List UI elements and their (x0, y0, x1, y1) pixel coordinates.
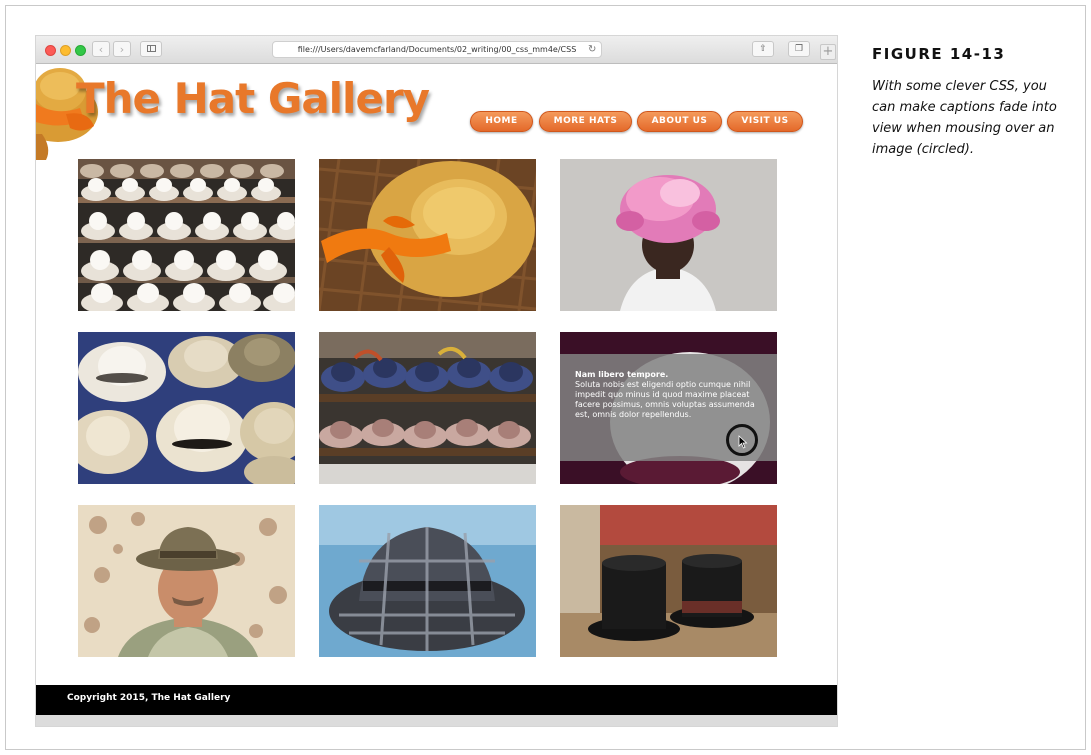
minimize-window-button[interactable] (60, 45, 71, 56)
url-text: file:///Users/davemcfarland/Documents/02… (297, 45, 577, 54)
gallery-image-white-hats[interactable] (78, 159, 295, 311)
back-button[interactable]: ‹ (92, 41, 110, 57)
footer-strip (36, 715, 837, 726)
close-window-button[interactable] (45, 45, 56, 56)
footer-copyright: Copyright 2015, The Hat Gallery (67, 693, 231, 703)
share-icon: ⇧ (759, 44, 767, 54)
browser-window: ‹ › file:///Users/davemcfarland/Document… (36, 36, 837, 726)
tabs-button[interactable]: ❐ (788, 41, 810, 57)
reload-icon[interactable]: ↻ (588, 41, 596, 58)
gallery-image-pink-fur-hat[interactable] (560, 159, 777, 311)
share-button[interactable]: ⇧ (752, 41, 774, 57)
gallery-image-panama-hats[interactable] (78, 332, 295, 484)
nav-home-button[interactable]: HOME (470, 111, 533, 132)
gallery-image-top-hats[interactable] (560, 505, 777, 657)
gallery-image-hover-caption[interactable]: Nam libero tempore. Soluta nobis est eli… (560, 332, 777, 484)
address-bar[interactable]: file:///Users/davemcfarland/Documents/02… (272, 41, 602, 58)
gallery-image-plaid-hat[interactable] (319, 505, 536, 657)
page-content: The Hat Gallery HOME MORE HATS ABOUT US … (36, 64, 837, 726)
caption-text: Soluta nobis est eligendi optio cumque n… (575, 380, 755, 419)
zoom-window-button[interactable] (75, 45, 86, 56)
plus-icon: + (822, 44, 834, 59)
gallery-image-straw-hat[interactable] (319, 159, 536, 311)
gallery-image-man-in-fedora[interactable] (78, 505, 295, 657)
nav-about-us-button[interactable]: ABOUT US (637, 111, 722, 132)
site-footer: Copyright 2015, The Hat Gallery (36, 685, 837, 715)
site-title[interactable]: The Hat Gallery (76, 64, 430, 134)
chevron-left-icon: ‹ (98, 43, 104, 56)
figure-caption: With some clever CSS, you can make capti… (872, 79, 1057, 157)
chevron-right-icon: › (119, 43, 125, 56)
mouse-pointer-icon (738, 435, 748, 449)
browser-toolbar: ‹ › file:///Users/davemcfarland/Document… (36, 36, 837, 64)
tabs-icon: ❐ (794, 44, 804, 54)
new-tab-button[interactable]: + (820, 44, 836, 60)
sidebar-toggle-button[interactable] (140, 41, 162, 57)
caption-title: Nam libero tempore. (575, 370, 669, 379)
figure-label: FIGURE 14-13 (872, 45, 1006, 63)
nav-visit-us-button[interactable]: VISIT US (727, 111, 803, 132)
gallery-image-hat-rack[interactable] (319, 332, 536, 484)
nav-more-hats-button[interactable]: MORE HATS (539, 111, 632, 132)
forward-button[interactable]: › (113, 41, 131, 57)
sidebar-icon (147, 45, 156, 52)
